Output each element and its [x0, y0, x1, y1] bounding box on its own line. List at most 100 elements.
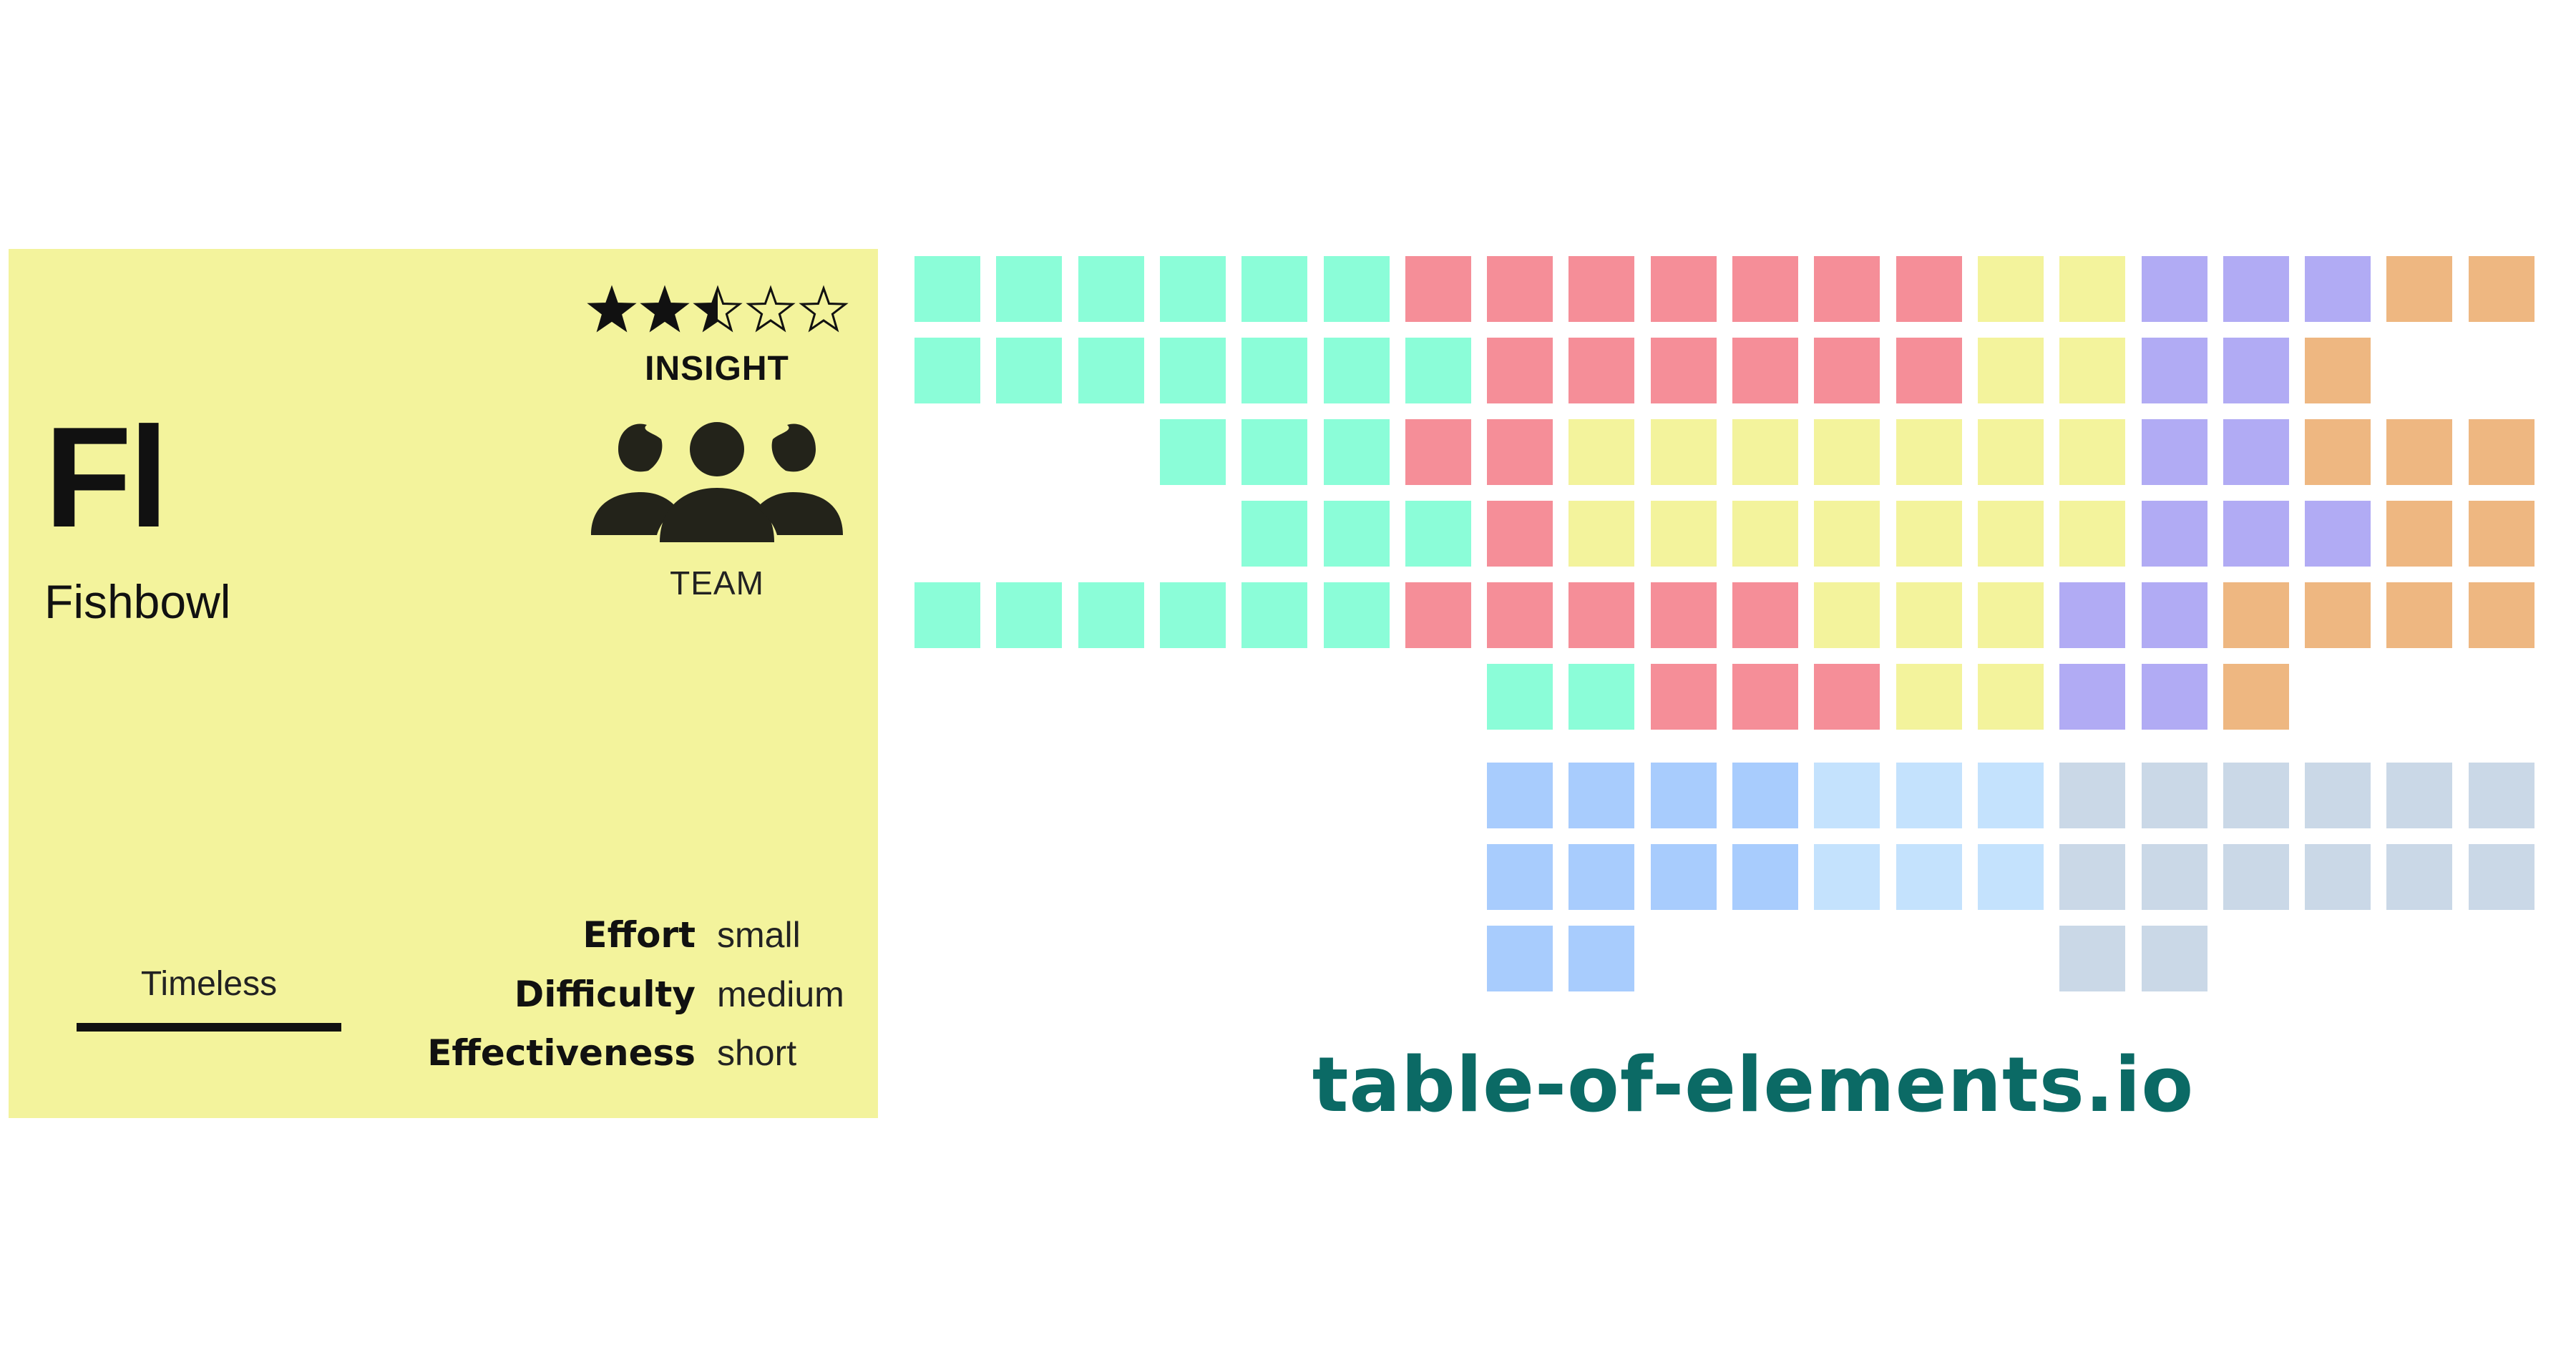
element-tile[interactable]: [1732, 664, 1798, 730]
element-tile[interactable]: [996, 338, 1062, 403]
element-tile[interactable]: [2469, 501, 2534, 567]
element-tile[interactable]: [1896, 664, 1962, 730]
element-tile[interactable]: [1732, 338, 1798, 403]
element-tile[interactable]: [1241, 338, 1307, 403]
element-tile[interactable]: [1896, 338, 1962, 403]
element-tile[interactable]: [1405, 419, 1471, 485]
element-tile[interactable]: [2469, 582, 2534, 648]
element-tile[interactable]: [1487, 256, 1553, 322]
element-tile[interactable]: [996, 256, 1062, 322]
element-tile[interactable]: [2142, 763, 2207, 828]
element-tile[interactable]: [1814, 763, 1880, 828]
element-tile[interactable]: [996, 582, 1062, 648]
element-tile[interactable]: [1732, 419, 1798, 485]
element-tile[interactable]: [1241, 419, 1307, 485]
element-tile[interactable]: [1487, 419, 1553, 485]
element-tile[interactable]: [2142, 844, 2207, 910]
element-tile[interactable]: [1814, 501, 1880, 567]
element-tile[interactable]: [1160, 419, 1226, 485]
element-tile[interactable]: [1078, 338, 1144, 403]
element-tile[interactable]: [2223, 501, 2289, 567]
element-tile[interactable]: [1651, 256, 1717, 322]
element-tile[interactable]: [1896, 763, 1962, 828]
element-tile[interactable]: [2142, 664, 2207, 730]
element-tile[interactable]: [1324, 338, 1390, 403]
element-tile[interactable]: [1568, 664, 1634, 730]
element-tile[interactable]: [1241, 501, 1307, 567]
element-tile[interactable]: [2059, 419, 2125, 485]
element-tile[interactable]: [2059, 926, 2125, 991]
element-tile[interactable]: [1732, 501, 1798, 567]
element-tile[interactable]: [2305, 501, 2371, 567]
element-tile[interactable]: [1241, 256, 1307, 322]
element-tile[interactable]: [2142, 256, 2207, 322]
element-tile[interactable]: [2142, 338, 2207, 403]
element-tile[interactable]: [1896, 844, 1962, 910]
element-tile[interactable]: [1324, 501, 1390, 567]
element-tile[interactable]: [1978, 844, 2044, 910]
element-tile[interactable]: [1568, 763, 1634, 828]
element-tile[interactable]: [1487, 338, 1553, 403]
element-tile[interactable]: [2386, 501, 2452, 567]
element-tile[interactable]: [1978, 763, 2044, 828]
element-tile[interactable]: [1078, 256, 1144, 322]
element-tile[interactable]: [1651, 501, 1717, 567]
element-tile[interactable]: [2469, 419, 2534, 485]
element-tile[interactable]: [1651, 763, 1717, 828]
element-tile[interactable]: [2223, 844, 2289, 910]
element-tile[interactable]: [2059, 582, 2125, 648]
element-tile[interactable]: [2059, 844, 2125, 910]
element-tile[interactable]: [2223, 338, 2289, 403]
element-tile[interactable]: [1405, 338, 1471, 403]
element-tile[interactable]: [1814, 582, 1880, 648]
element-tile[interactable]: [2469, 844, 2534, 910]
element-tile[interactable]: [1568, 338, 1634, 403]
element-tile[interactable]: [1568, 582, 1634, 648]
element-tile[interactable]: [914, 338, 980, 403]
element-tile[interactable]: [1896, 582, 1962, 648]
element-tile[interactable]: [1651, 338, 1717, 403]
element-tile[interactable]: [1160, 338, 1226, 403]
site-url[interactable]: table-of-elements.io: [1159, 1041, 2347, 1129]
element-tile[interactable]: [2142, 501, 2207, 567]
element-tile[interactable]: [2223, 256, 2289, 322]
element-tile[interactable]: [2142, 419, 2207, 485]
element-tile[interactable]: [2142, 582, 2207, 648]
element-tile[interactable]: [1568, 844, 1634, 910]
element-tile[interactable]: [914, 582, 980, 648]
element-tile[interactable]: [1405, 256, 1471, 322]
element-tile[interactable]: [1160, 582, 1226, 648]
element-tile[interactable]: [1814, 338, 1880, 403]
element-tile[interactable]: [2386, 844, 2452, 910]
element-tile[interactable]: [1160, 256, 1226, 322]
element-tile[interactable]: [1078, 582, 1144, 648]
element-tile[interactable]: [2059, 501, 2125, 567]
element-tile[interactable]: [1732, 256, 1798, 322]
element-tile[interactable]: [2386, 763, 2452, 828]
element-tile[interactable]: [2305, 338, 2371, 403]
element-tile[interactable]: [1732, 763, 1798, 828]
element-tile[interactable]: [1978, 664, 2044, 730]
element-tile[interactable]: [1978, 256, 2044, 322]
element-tile[interactable]: [1732, 582, 1798, 648]
element-tile[interactable]: [1978, 419, 2044, 485]
element-tile[interactable]: [2059, 763, 2125, 828]
element-tile[interactable]: [2223, 664, 2289, 730]
element-tile[interactable]: [2469, 256, 2534, 322]
element-tile[interactable]: [1978, 501, 2044, 567]
element-tile[interactable]: [2059, 256, 2125, 322]
element-tile[interactable]: [2305, 419, 2371, 485]
element-tile[interactable]: [1487, 844, 1553, 910]
element-tile[interactable]: [1978, 338, 2044, 403]
element-tile[interactable]: [2386, 419, 2452, 485]
element-tile[interactable]: [1651, 844, 1717, 910]
element-tile[interactable]: [1568, 501, 1634, 567]
element-tile[interactable]: [1324, 256, 1390, 322]
element-tile[interactable]: [1405, 501, 1471, 567]
element-tile[interactable]: [2305, 256, 2371, 322]
element-tile[interactable]: [2223, 419, 2289, 485]
element-tile[interactable]: [1241, 582, 1307, 648]
element-tile[interactable]: [2386, 256, 2452, 322]
element-tile[interactable]: [1814, 844, 1880, 910]
element-tile[interactable]: [1651, 582, 1717, 648]
